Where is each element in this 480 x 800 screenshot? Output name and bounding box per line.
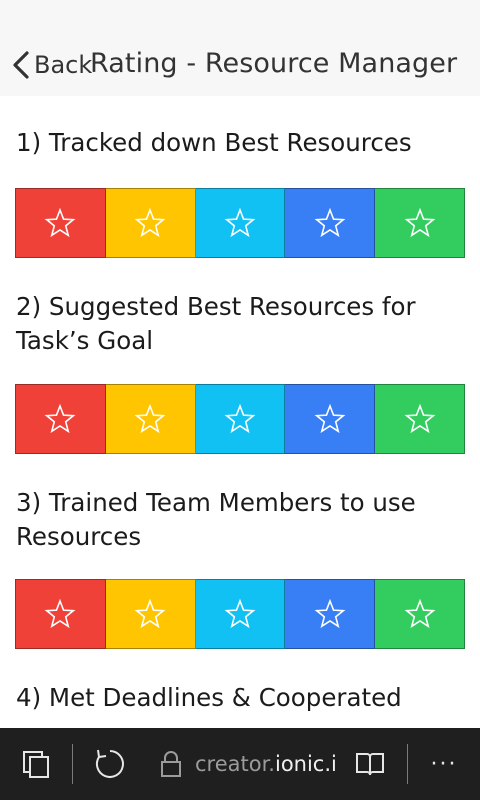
rating-row-1 [15, 188, 465, 258]
chevron-left-icon [13, 51, 29, 79]
star-outline-icon [134, 403, 166, 434]
rating-star-1-button[interactable] [15, 579, 106, 649]
star-outline-icon [404, 207, 436, 238]
star-outline-icon [44, 403, 76, 434]
rating-star-4-button[interactable] [285, 384, 376, 454]
rating-row-3 [15, 579, 465, 649]
star-outline-icon [314, 403, 346, 434]
rating-row-2 [15, 384, 465, 454]
star-outline-icon [314, 207, 346, 238]
question-1: 1) Tracked down Best Resources [16, 128, 412, 157]
rating-star-3-button[interactable] [195, 384, 286, 454]
rating-star-1-button[interactable] [15, 384, 106, 454]
star-outline-icon [134, 207, 166, 238]
rating-star-5-button[interactable] [375, 188, 465, 258]
refresh-button[interactable] [88, 728, 132, 800]
star-outline-icon [314, 598, 346, 629]
star-outline-icon [44, 207, 76, 238]
star-outline-icon [404, 403, 436, 434]
rating-star-5-button[interactable] [375, 579, 465, 649]
lock-icon-wrap [156, 728, 186, 800]
more-icon: ··· [430, 751, 458, 777]
back-label: Back [34, 51, 93, 79]
rating-star-4-button[interactable] [285, 579, 376, 649]
rating-star-2-button[interactable] [105, 579, 196, 649]
star-outline-icon [404, 598, 436, 629]
lock-icon [161, 751, 181, 777]
reading-view-icon [356, 753, 384, 776]
tabs-icon [23, 751, 49, 778]
rating-star-3-button[interactable] [195, 579, 286, 649]
rating-star-3-button[interactable] [195, 188, 286, 258]
rating-star-5-button[interactable] [375, 384, 465, 454]
rating-star-1-button[interactable] [15, 188, 106, 258]
reading-view-button[interactable] [348, 728, 392, 800]
rating-list: 1) Tracked down Best Resources 2) Sugges… [0, 96, 480, 728]
url-prefix: creator. [195, 752, 275, 776]
address-bar[interactable]: creator.ionic.io [195, 752, 335, 776]
star-outline-icon [134, 598, 166, 629]
app-header: Back Rating - Resource Manager [0, 0, 480, 96]
more-button[interactable]: ··· [424, 728, 464, 800]
browser-bottom-bar: creator.ionic.io ··· [0, 728, 480, 800]
back-button[interactable]: Back [10, 47, 92, 83]
rating-star-4-button[interactable] [285, 188, 376, 258]
bar-divider [407, 744, 408, 784]
bar-divider [72, 744, 73, 784]
question-4: 4) Met Deadlines & Cooperated [16, 683, 402, 712]
star-outline-icon [224, 598, 256, 629]
star-outline-icon [224, 403, 256, 434]
rating-star-2-button[interactable] [105, 384, 196, 454]
star-outline-icon [44, 598, 76, 629]
page-title: Rating - Resource Manager [90, 48, 458, 79]
url-domain: ionic.io [274, 752, 335, 776]
refresh-icon [96, 749, 124, 778]
tabs-button[interactable] [16, 728, 56, 800]
star-outline-icon [224, 207, 256, 238]
rating-star-2-button[interactable] [105, 188, 196, 258]
question-2: 2) Suggested Best Resources for Task’s G… [16, 292, 416, 355]
question-3: 3) Trained Team Members to use Resources [16, 488, 416, 551]
